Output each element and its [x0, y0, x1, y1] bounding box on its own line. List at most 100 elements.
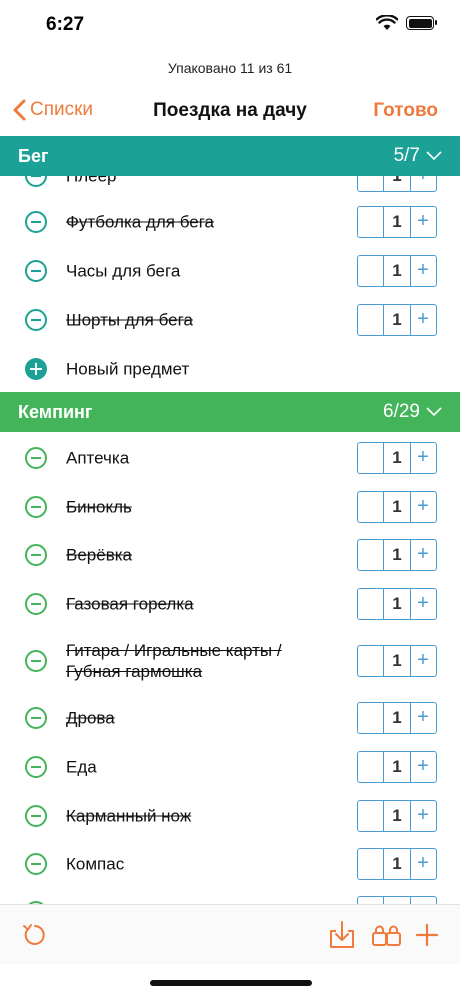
- remove-item-icon[interactable]: [25, 176, 47, 187]
- stepper-plus[interactable]: +: [411, 897, 435, 905]
- quantity-stepper[interactable]: 1 +: [357, 587, 437, 620]
- list-item[interactable]: Карманный нож 1 +: [0, 791, 460, 840]
- stepper-plus[interactable]: +: [411, 703, 435, 733]
- stepper-minus[interactable]: [358, 304, 384, 335]
- section-header-running[interactable]: Бег 5/7: [0, 136, 460, 176]
- item-label: Аптечка: [66, 448, 130, 467]
- stepper-minus[interactable]: [358, 442, 384, 473]
- remove-item-icon[interactable]: [25, 259, 47, 282]
- quantity-stepper[interactable]: 1 +: [357, 538, 437, 571]
- stepper-plus[interactable]: +: [411, 207, 435, 237]
- stepper-plus[interactable]: +: [411, 752, 435, 782]
- list-item[interactable]: Газовая горелка 1 +: [0, 579, 460, 628]
- list-item[interactable]: Футболка для бега 1 +: [0, 197, 460, 246]
- stepper-plus[interactable]: +: [411, 176, 435, 191]
- remove-item-icon[interactable]: [25, 308, 47, 331]
- quantity-value: 1: [384, 646, 411, 676]
- stepper-plus[interactable]: +: [411, 540, 435, 570]
- list-item[interactable]: Еда 1 +: [0, 742, 460, 791]
- stepper-plus[interactable]: +: [411, 256, 435, 286]
- item-label: Гитара / Игральные карты / Губная гармош…: [66, 641, 282, 681]
- quantity-stepper[interactable]: 1 +: [357, 441, 437, 474]
- quantity-stepper[interactable]: 1 +: [357, 895, 437, 905]
- quantity-stepper[interactable]: 1 +: [357, 750, 437, 783]
- stepper-plus[interactable]: +: [411, 589, 435, 619]
- remove-item-icon[interactable]: [25, 210, 47, 233]
- list-item[interactable]: Верёвка 1 +: [0, 530, 460, 579]
- stepper-plus[interactable]: +: [411, 801, 435, 831]
- item-label: Футболка для бега: [66, 212, 214, 231]
- list-item[interactable]: Шорты для бега 1 +: [0, 295, 460, 344]
- import-icon: [330, 921, 354, 948]
- list-item[interactable]: 1 +: [0, 887, 460, 904]
- stepper-minus[interactable]: [358, 539, 384, 570]
- stepper-minus[interactable]: [358, 255, 384, 286]
- item-label: Газовая горелка: [66, 594, 194, 613]
- packed-summary: Упаковано 11 из 61: [167, 60, 293, 76]
- quantity-value: 1: [384, 255, 411, 286]
- bags-icon: [372, 925, 401, 946]
- stepper-plus[interactable]: +: [411, 305, 435, 335]
- quantity-value: 1: [384, 751, 411, 782]
- stepper-minus[interactable]: [358, 848, 384, 879]
- quantity-stepper[interactable]: 1 +: [357, 799, 437, 832]
- stepper-minus[interactable]: [358, 702, 384, 733]
- remove-item-icon[interactable]: [25, 650, 47, 672]
- quantity-stepper[interactable]: 1 +: [357, 303, 437, 336]
- stepper-plus[interactable]: +: [411, 492, 435, 522]
- remove-item-icon[interactable]: [25, 706, 47, 729]
- bottom-toolbar: [0, 904, 460, 964]
- stepper-minus[interactable]: [358, 588, 384, 619]
- list-item[interactable]: Аптечка 1 +: [0, 433, 460, 482]
- remove-item-icon[interactable]: [25, 495, 47, 518]
- quantity-stepper[interactable]: 1 +: [357, 645, 437, 677]
- list-item[interactable]: Дрова 1 +: [0, 693, 460, 742]
- section-header-camping[interactable]: Кемпинг 6/29: [0, 392, 460, 432]
- stepper-plus[interactable]: +: [411, 646, 435, 676]
- remove-item-icon[interactable]: [25, 446, 47, 469]
- import-button[interactable]: [327, 920, 357, 950]
- stepper-plus[interactable]: +: [411, 443, 435, 473]
- add-item-icon[interactable]: [25, 357, 47, 380]
- list-area[interactable]: Плеер 1 + Футболка для бега 1 + Часы для…: [0, 176, 460, 904]
- status-icons: [376, 15, 437, 31]
- home-indicator: [150, 980, 312, 986]
- quantity-stepper[interactable]: 1 +: [357, 176, 437, 192]
- stepper-minus[interactable]: [358, 176, 384, 191]
- back-button[interactable]: Списки: [12, 99, 93, 121]
- quantity-value: 1: [384, 176, 411, 191]
- list-item[interactable]: Компас 1 +: [0, 839, 460, 888]
- refresh-icon: [23, 924, 45, 945]
- nav-bar: Списки Поездка на дачу Готово: [0, 90, 460, 134]
- add-button[interactable]: [413, 920, 443, 950]
- remove-item-icon[interactable]: [25, 592, 47, 615]
- quantity-stepper[interactable]: 1 +: [357, 847, 437, 880]
- done-button[interactable]: Готово: [373, 100, 438, 122]
- remove-item-icon[interactable]: [25, 804, 47, 827]
- bags-button[interactable]: [370, 920, 404, 950]
- list-item[interactable]: Бинокль 1 +: [0, 482, 460, 531]
- stepper-minus[interactable]: [358, 646, 384, 676]
- section-count-value: 6/29: [383, 401, 420, 422]
- stepper-minus[interactable]: [358, 491, 384, 522]
- list-item[interactable]: Гитара / Игральные карты / Губная гармош…: [0, 629, 460, 693]
- new-item-row[interactable]: Новый предмет: [0, 344, 460, 393]
- refresh-button[interactable]: [20, 920, 50, 950]
- item-label: Бинокль: [66, 497, 132, 516]
- stepper-plus[interactable]: +: [411, 849, 435, 879]
- quantity-stepper[interactable]: 1 +: [357, 205, 437, 238]
- chevron-left-icon: [13, 99, 26, 121]
- stepper-minus[interactable]: [358, 751, 384, 782]
- battery-icon: [406, 16, 437, 30]
- remove-item-icon[interactable]: [25, 543, 47, 566]
- quantity-stepper[interactable]: 1 +: [357, 490, 437, 523]
- quantity-stepper[interactable]: 1 +: [357, 701, 437, 734]
- remove-item-icon[interactable]: [25, 852, 47, 875]
- stepper-minus[interactable]: [358, 896, 384, 904]
- stepper-minus[interactable]: [358, 206, 384, 237]
- remove-item-icon[interactable]: [25, 755, 47, 778]
- stepper-minus[interactable]: [358, 800, 384, 831]
- quantity-stepper[interactable]: 1 +: [357, 254, 437, 287]
- chevron-down-icon: [426, 151, 442, 161]
- list-item[interactable]: Часы для бега 1 +: [0, 246, 460, 295]
